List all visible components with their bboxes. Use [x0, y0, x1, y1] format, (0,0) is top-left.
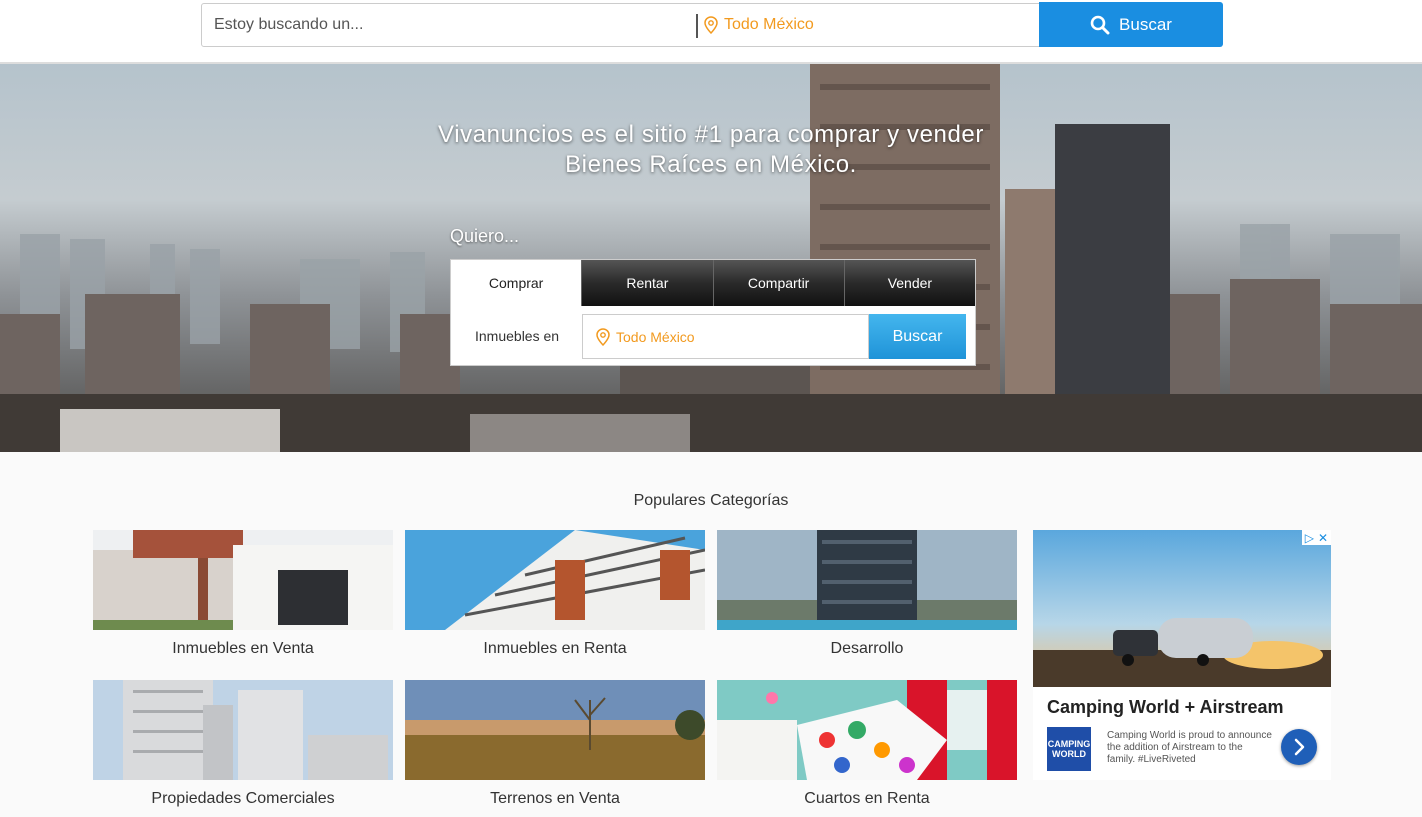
location-text: Todo México: [724, 16, 814, 33]
category-desarrollo[interactable]: Desarrollo: [717, 530, 1017, 657]
ad-headline[interactable]: Camping World + Airstream: [1047, 697, 1284, 718]
category-propiedades-comerciales[interactable]: Propiedades Comerciales: [93, 680, 393, 807]
hero-location-field[interactable]: Todo México: [582, 314, 869, 359]
tab-comprar[interactable]: Comprar: [451, 260, 582, 306]
advertisement[interactable]: ▷ ✕ Camping World + Airstream CAMPING WO…: [1033, 530, 1331, 780]
ad-choices-icon[interactable]: ▷: [1305, 531, 1314, 545]
top-search-box: Todo México: [201, 3, 1041, 47]
ad-arrow-button[interactable]: [1281, 729, 1317, 765]
category-image: [717, 530, 1017, 630]
category-label: Inmuebles en Venta: [172, 640, 314, 657]
intent-tabs: Comprar Rentar Compartir Vender: [451, 260, 975, 306]
category-label: Inmuebles en Renta: [483, 640, 627, 657]
hero-title: Vivanuncios es el sitio #1 para comprar …: [438, 121, 984, 178]
category-inmuebles-renta[interactable]: Inmuebles en Renta: [405, 530, 705, 657]
ad-choices[interactable]: ▷ ✕: [1301, 530, 1331, 545]
ad-close-icon[interactable]: ✕: [1318, 531, 1328, 545]
quiero-label: Quiero...: [450, 226, 520, 246]
category-label: Terrenos en Venta: [490, 790, 620, 807]
search-divider: [696, 14, 698, 38]
hero-search-button[interactable]: Buscar: [869, 314, 966, 359]
location-pin-icon: [704, 16, 718, 34]
category-terrenos-venta[interactable]: Terrenos en Venta: [405, 680, 705, 807]
tab-vender[interactable]: Vender: [843, 260, 975, 306]
location-pin-icon: [596, 327, 610, 346]
ad-image: [1033, 530, 1331, 687]
top-search-button[interactable]: Buscar: [1039, 2, 1223, 47]
location-selector[interactable]: Todo México: [704, 4, 814, 46]
categories-title: Populares Categorías: [633, 492, 789, 509]
category-cuartos-renta[interactable]: Cuartos en Renta: [717, 680, 1017, 807]
category-image: [93, 680, 393, 780]
category-label: Cuartos en Renta: [804, 790, 930, 807]
chevron-right-icon: [1294, 738, 1305, 756]
search-icon: [1090, 15, 1110, 34]
category-label: Propiedades Comerciales: [151, 790, 335, 807]
search-input[interactable]: [202, 4, 696, 46]
search-button-label: Buscar: [1119, 14, 1172, 34]
hero-location-text: Todo México: [616, 328, 695, 345]
ad-body: Camping World is proud to announce the a…: [1107, 730, 1272, 765]
search-card: Comprar Rentar Compartir Vender Inmueble…: [450, 259, 976, 366]
category-label: Desarrollo: [830, 640, 904, 657]
ad-logo: CAMPING WORLD: [1047, 727, 1091, 771]
category-inmuebles-venta[interactable]: Inmuebles en Venta: [93, 530, 393, 657]
category-image: [405, 530, 705, 630]
inmuebles-en-label: Inmuebles en: [475, 328, 560, 344]
hero-banner: Vivanuncios es el sitio #1 para comprar …: [0, 64, 1422, 452]
category-image: [717, 680, 1017, 780]
tab-rentar[interactable]: Rentar: [581, 260, 713, 306]
tab-compartir[interactable]: Compartir: [712, 260, 844, 306]
category-image: [93, 530, 393, 630]
top-search-bar: Todo México Buscar: [0, 0, 1422, 64]
category-image: [405, 680, 705, 780]
search-card-row: Inmuebles en Todo México Buscar: [451, 306, 975, 365]
